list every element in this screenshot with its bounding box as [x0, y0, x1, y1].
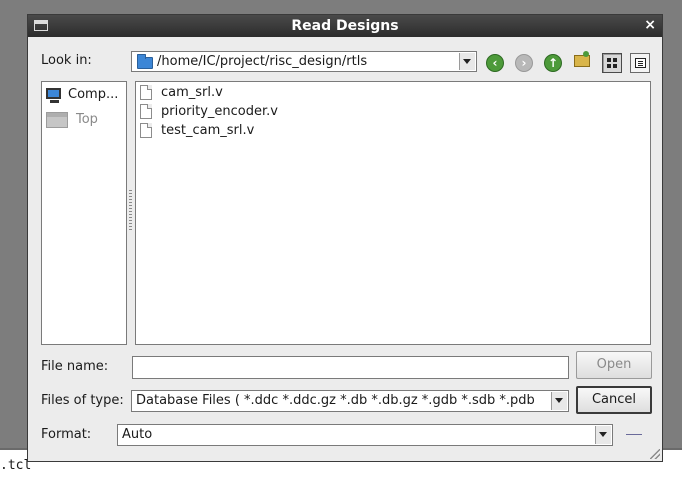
format-value: Auto: [122, 427, 153, 442]
look-in-path: /home/IC/project/risc_design/rtls: [157, 54, 368, 69]
file-name: cam_srl.v: [161, 85, 223, 100]
sidebar-item-label: Top: [76, 112, 98, 127]
file-icon: [140, 123, 152, 138]
splitter-handle[interactable]: [129, 190, 132, 230]
dialog-title: Read Designs: [291, 18, 399, 34]
sidebar-item-computer[interactable]: Comp...: [46, 85, 124, 105]
format-label: Format:: [41, 427, 92, 442]
sidebar: Comp... Top: [41, 81, 127, 345]
drive-icon: [46, 112, 68, 128]
back-arrow-icon: ‹: [492, 56, 498, 70]
forward-button[interactable]: ›: [515, 54, 533, 72]
chevron-down-icon[interactable]: [551, 392, 567, 410]
sidebar-item-label: Comp...: [68, 87, 119, 102]
close-icon[interactable]: ×: [644, 17, 656, 33]
list-view-icon: [635, 58, 646, 68]
file-name: test_cam_srl.v: [161, 123, 255, 138]
file-icon: [140, 104, 152, 119]
cancel-button[interactable]: Cancel: [576, 386, 652, 414]
new-folder-icon[interactable]: [574, 51, 590, 67]
sidebar-item-top[interactable]: Top: [46, 108, 124, 128]
chevron-down-icon[interactable]: [459, 53, 475, 70]
titlebar[interactable]: Read Designs ×: [28, 15, 662, 37]
file-name-label: File name:: [41, 359, 109, 374]
file-list: cam_srl.v priority_encoder.v test_cam_sr…: [135, 81, 651, 345]
chevron-down-icon[interactable]: [595, 426, 611, 444]
list-view-button[interactable]: [630, 53, 650, 73]
icon-view-icon: [607, 58, 617, 68]
resize-grip[interactable]: [650, 449, 660, 459]
back-button[interactable]: ‹: [486, 54, 504, 72]
look-in-combo[interactable]: /home/IC/project/risc_design/rtls: [131, 51, 477, 72]
look-in-label: Look in:: [41, 53, 92, 68]
format-combo[interactable]: Auto: [117, 424, 613, 446]
forward-arrow-icon: ›: [521, 56, 527, 70]
open-button[interactable]: Open: [576, 351, 652, 379]
computer-icon: [46, 88, 61, 103]
up-button[interactable]: ↑: [544, 54, 562, 72]
file-name-input[interactable]: [132, 356, 569, 379]
files-of-type-value: Database Files ( *.ddc *.ddc.gz *.db *.d…: [136, 393, 535, 408]
files-of-type-combo[interactable]: Database Files ( *.ddc *.ddc.gz *.db *.d…: [131, 390, 569, 412]
files-of-type-label: Files of type:: [41, 393, 124, 408]
folder-icon: [137, 54, 153, 69]
read-designs-dialog: Read Designs × Look in: /home/IC/project…: [27, 14, 663, 462]
file-name: priority_encoder.v: [161, 104, 278, 119]
separator-dash: [626, 434, 642, 435]
icon-view-button[interactable]: [602, 53, 622, 73]
file-icon: [140, 85, 152, 100]
up-arrow-icon: ↑: [547, 56, 559, 70]
